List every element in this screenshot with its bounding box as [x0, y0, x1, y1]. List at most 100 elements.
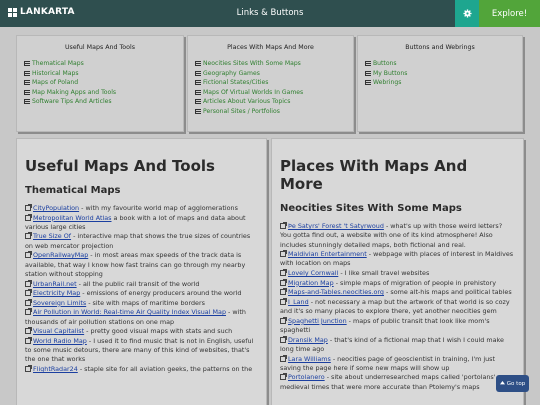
external-link[interactable]: Air Pollution in World: Real-time Air Qu… [33, 308, 226, 316]
nav-link[interactable]: Map Making Apps and Tools [24, 88, 176, 98]
external-link-icon [25, 279, 32, 287]
nav-link[interactable]: Webrings [365, 78, 515, 88]
list-icon [195, 80, 201, 86]
link-list: CityPopulation - with my favourite world… [25, 204, 258, 374]
external-link-icon [25, 327, 32, 335]
list-icon [24, 61, 30, 67]
nav-link[interactable]: Maps Of Virtual Worlds In Games [195, 88, 346, 98]
external-link[interactable]: Þe Satyrs' Forest 't Satyrwoud [288, 222, 384, 230]
list-icon [195, 99, 201, 105]
external-link-icon [25, 336, 32, 344]
external-link-icon [280, 222, 287, 229]
settings-button[interactable] [455, 0, 479, 27]
go-top-button[interactable]: Go top [496, 375, 529, 392]
link-description: - with my favourite world map of agglome… [79, 204, 238, 212]
link-description: - I like small travel websites [338, 269, 430, 278]
external-link[interactable]: Sovereign Limits [33, 299, 86, 307]
nav-link[interactable]: Personal Sites / Portfolios [195, 107, 346, 117]
list-icon [24, 89, 30, 95]
external-link[interactable]: UrbanRail.net [33, 280, 77, 288]
external-link-icon [25, 308, 32, 316]
list-icon [365, 80, 371, 86]
nav-link[interactable]: Neocities Sites With Some Maps [195, 59, 346, 69]
nav-link[interactable]: Historical Maps [24, 69, 176, 79]
list-icon [195, 70, 201, 76]
external-link-icon [280, 288, 287, 296]
external-link[interactable]: Spaghetti Junction [288, 317, 347, 325]
list-icon [365, 70, 371, 76]
list-item: Maldivian Entertainment - webpage with p… [280, 250, 515, 269]
list-item: World Radio Map - I used it to find musi… [25, 336, 258, 365]
list-item: Spaghetti Junction - maps of public tran… [280, 316, 515, 336]
nav-link[interactable]: Software Tips And Articles [24, 97, 176, 107]
list-icon [24, 99, 30, 105]
link-description: - all the public rail transit of the wor… [76, 279, 200, 288]
list-item: Migration Map - simple maps of migration… [280, 278, 515, 288]
external-link[interactable]: OpenRailwayMap [33, 251, 88, 259]
external-link[interactable]: Maps-and-Tables.neocities.org [288, 288, 384, 296]
link-description: - site with maps of maritime borders [86, 298, 205, 307]
list-item: Sovereign Limits - site with maps of mar… [25, 298, 258, 308]
list-item: Dransik Map - that's kind of a fictional… [280, 335, 515, 355]
nav-link[interactable]: My Buttons [365, 69, 515, 79]
external-link-icon [25, 251, 32, 259]
external-link-icon [280, 335, 287, 343]
external-link-icon [25, 365, 32, 373]
arrow-up-icon [499, 381, 505, 385]
external-link[interactable]: Maldivian Entertainment [288, 250, 367, 258]
list-item: Air Pollution in World: Real-time Air Qu… [25, 308, 258, 327]
external-link-icon [25, 213, 32, 221]
section-subheading: Neocities Sites With Some Maps [280, 203, 462, 214]
panel-useful-maps: Useful Maps And Tools Thematical Maps Ci… [16, 138, 267, 405]
list-item: True Size Of - interactive map that show… [25, 232, 258, 251]
list-item: Maps-and-Tables.neocities.org - some alt… [280, 288, 515, 297]
external-link[interactable]: Lovely Cornwall [288, 269, 338, 277]
external-link-icon [25, 232, 32, 240]
link-description: - staple site for all aviation geeks, th… [77, 365, 253, 374]
nav-link[interactable]: Buttons [365, 59, 515, 69]
nav-link[interactable]: Geography Games [195, 69, 346, 79]
external-link-icon [280, 250, 287, 258]
external-link[interactable]: CityPopulation [33, 204, 79, 212]
list-item: Portolanero - site about underresearched… [280, 373, 515, 392]
external-link-icon [280, 278, 287, 286]
list-item: Electricity Map - emissions of energy pr… [25, 289, 258, 298]
list-icon [195, 61, 201, 67]
external-link[interactable]: Migration Map [288, 279, 334, 287]
link-description: - not necessary a map but the artwork of… [280, 297, 510, 316]
external-link[interactable]: I_Land [288, 298, 309, 306]
external-link-icon [280, 354, 287, 362]
list-item: FlightRadar24 - staple site for all avia… [25, 365, 258, 374]
list-icon [195, 89, 201, 95]
nav-link[interactable]: Thematical Maps [24, 59, 176, 69]
nav-card-places: Places With Maps And More Neocities Site… [187, 35, 354, 132]
list-icon [195, 108, 201, 114]
external-link[interactable]: Portolanero [288, 373, 325, 381]
nav-card-title: Buttons and Webrings [405, 44, 475, 51]
external-link-icon [25, 204, 32, 211]
explore-button[interactable]: Explore! [479, 0, 540, 27]
external-link[interactable]: Lara Williams [288, 355, 331, 363]
nav-link[interactable]: Articles About Various Topics [195, 97, 346, 107]
external-link[interactable]: FlightRadar24 [33, 365, 78, 373]
list-item: Þe Satyrs' Forest 't Satyrwoud - what's … [280, 222, 515, 250]
nav-link[interactable]: Fictional States/Cities [195, 78, 346, 88]
external-link[interactable]: Visual Capitalist [33, 327, 84, 335]
section-heading: Places With Maps And More [280, 157, 468, 193]
list-item: Metropolitan World Atlas a book with a l… [25, 213, 258, 233]
list-item: Lara Williams - neocities page of geosci… [280, 354, 515, 374]
gear-icon [462, 9, 472, 18]
link-description: - pretty good visual maps with stats and… [84, 327, 233, 336]
list-icon [24, 70, 30, 76]
nav-link[interactable]: Maps of Poland [24, 78, 176, 88]
external-link-icon [280, 373, 287, 381]
list-item: Lovely Cornwall - I like small travel we… [280, 269, 515, 278]
nav-card-useful-maps: Useful Maps And Tools Thematical Maps Hi… [16, 35, 184, 132]
external-link[interactable]: Electricity Map [33, 289, 80, 297]
external-link[interactable]: Dransik Map [288, 336, 328, 344]
external-link[interactable]: True Size Of [33, 232, 71, 240]
section-heading: Useful Maps And Tools [25, 157, 215, 175]
external-link[interactable]: World Radio Map [33, 337, 87, 345]
list-item: UrbanRail.net - all the public rail tran… [25, 279, 258, 289]
external-link[interactable]: Metropolitan World Atlas [33, 214, 112, 222]
